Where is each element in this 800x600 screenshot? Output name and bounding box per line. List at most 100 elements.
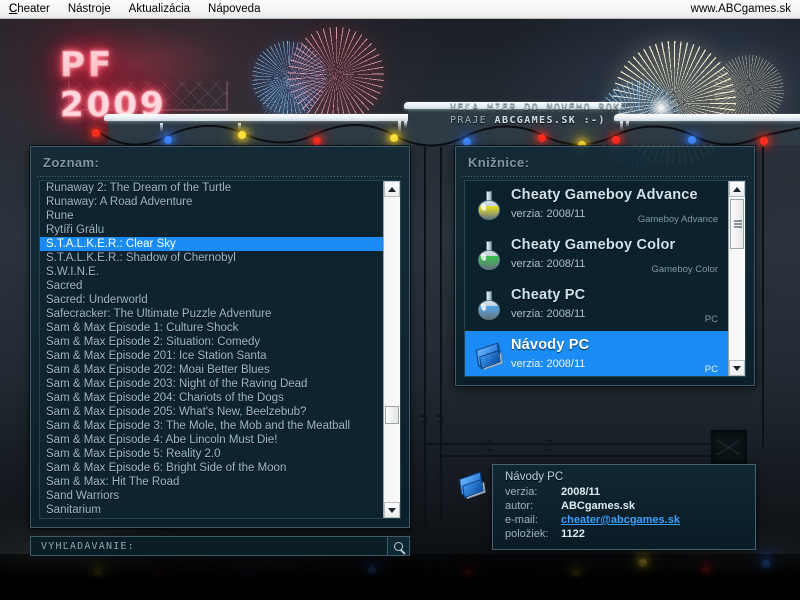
- game-list-item[interactable]: Rune: [40, 209, 383, 223]
- circuit-chip-icon: [710, 429, 748, 465]
- detail-row: položiek: 1122: [493, 527, 755, 541]
- scroll-down-button[interactable]: [729, 360, 745, 376]
- flask-icon: [475, 291, 503, 321]
- game-list-item[interactable]: Rytíři Grálu: [40, 223, 383, 237]
- library-item-platform: PC: [704, 314, 718, 325]
- menu-item-napoveda[interactable]: Nápoveda: [199, 2, 269, 16]
- detail-row: verzia: 2008/11: [493, 485, 755, 499]
- flask-icon: [475, 191, 503, 221]
- game-list-item[interactable]: Sacred: [40, 279, 383, 293]
- chevron-up-icon: [733, 186, 741, 192]
- light-bulb: [688, 136, 696, 144]
- game-list-item[interactable]: S.W.I.N.E.: [40, 265, 383, 279]
- light-bulb: [92, 129, 100, 137]
- scrollbar-grip-icon: [734, 219, 742, 230]
- library-item-platform: Gameboy Color: [651, 264, 718, 275]
- detail-value: ABCgames.sk: [561, 500, 635, 512]
- detail-key: e-mail:: [505, 514, 539, 526]
- library-rows[interactable]: Cheaty Gameboy Advance verzia: 2008/11 Gam…: [465, 181, 728, 376]
- library-item-version: verzia: 2008/11: [511, 308, 586, 320]
- library-panel: Knižnice: Cheaty Gameboy Advance verzia: …: [455, 146, 755, 386]
- library-scrollbar[interactable]: [728, 181, 745, 376]
- detail-value: 1122: [561, 528, 585, 540]
- circuit-trace: [440, 455, 726, 457]
- game-list-item[interactable]: Sam & Max Episode 5: Reality 2.0: [40, 447, 383, 461]
- roof-ledge-left: [104, 114, 412, 145]
- circuit-trace: [762, 147, 764, 447]
- library-item[interactable]: Cheaty Gameboy Advance verzia: 2008/11 Gam…: [465, 181, 728, 231]
- scroll-down-button[interactable]: [384, 502, 400, 518]
- game-list-item[interactable]: Sam & Max Episode 205: What's New, Beelz…: [40, 405, 383, 419]
- circuit-trace: [440, 147, 442, 587]
- detail-email-link[interactable]: cheater@abcgames.sk: [561, 513, 680, 527]
- light-bulb: [612, 136, 620, 144]
- game-list-rows[interactable]: Runaway 2: The Dream of the Turtle Runawa…: [40, 181, 383, 518]
- game-list-item[interactable]: Sam & Max Episode 203: Night of the Ravi…: [40, 377, 383, 391]
- library-item-name: Cheaty Gameboy Advance: [511, 187, 698, 203]
- game-list-item[interactable]: Sam & Max Episode 1: Culture Shock: [40, 321, 383, 335]
- library-item-platform: PC: [704, 364, 718, 375]
- game-list-item[interactable]: Sam & Max Episode 202: Moai Better Blues: [40, 363, 383, 377]
- game-list-item[interactable]: Sam & Max Episode 3: The Mole, the Mob a…: [40, 419, 383, 433]
- game-list-item[interactable]: Safecracker: The Ultimate Puzzle Adventu…: [40, 307, 383, 321]
- library-item[interactable]: Cheaty PC verzia: 2008/11 PC: [465, 281, 728, 331]
- light-bulb: [238, 131, 246, 139]
- scroll-up-button[interactable]: [384, 181, 400, 197]
- detail-row: autor: ABCgames.sk: [493, 499, 755, 513]
- firework-red: [288, 27, 384, 123]
- game-list-item[interactable]: Sam & Max: Hit The Road: [40, 475, 383, 489]
- game-list-scrollbar[interactable]: [383, 181, 400, 518]
- menu-item-nastroje-label: Nástroje: [67, 3, 111, 15]
- game-list-item[interactable]: S.T.A.L.K.E.R.: Clear Sky: [40, 237, 383, 251]
- light-bulb: [538, 134, 546, 142]
- game-list-item[interactable]: Sam & Max Episode 4: Abe Lincoln Must Di…: [40, 433, 383, 447]
- menu-item-cheater-label: Cheater: [8, 3, 50, 15]
- library-item-platform: Gameboy Advance: [637, 214, 718, 225]
- scrollbar-thumb[interactable]: [730, 199, 744, 249]
- roof-ledge-right: [614, 114, 800, 145]
- menu-item-napoveda-label: Nápoveda: [208, 3, 261, 15]
- menu-bar: CCheater Nástroje Aktualizácia Nápoveda …: [0, 0, 800, 19]
- game-list-item[interactable]: Sanitarium: [40, 503, 383, 517]
- light-bulb: [463, 138, 471, 146]
- greeting-line-1: VEĽA HIER DO NOVÉHO ROKU,: [450, 102, 636, 113]
- search-input[interactable]: [31, 537, 387, 555]
- game-list-item[interactable]: Sam & Max Episode 201: Ice Station Santa: [40, 349, 383, 363]
- book-icon: [475, 341, 503, 371]
- detail-key: verzia:: [505, 486, 538, 498]
- circuit-trace: [424, 147, 426, 587]
- game-list-item[interactable]: Sand Warriors: [40, 489, 383, 503]
- circuit-trace: [424, 443, 724, 445]
- bottom-shadow-band: [0, 554, 800, 600]
- game-list-item[interactable]: Sam & Max Episode 2: Situation: Comedy: [40, 335, 383, 349]
- scroll-up-button[interactable]: [729, 181, 745, 197]
- game-listbox[interactable]: Runaway 2: The Dream of the Turtle Runawa…: [39, 180, 401, 519]
- detail-rows: verzia: 2008/11 autor: ABCgames.sk e-mail: ch…: [493, 485, 755, 541]
- divider: [37, 176, 403, 177]
- library-item[interactable]: Návody PC verzia: 2008/11 PC: [465, 331, 728, 376]
- menu-item-aktualizacia[interactable]: Aktualizácia: [120, 2, 199, 16]
- chevron-down-icon: [388, 507, 396, 513]
- game-list-item[interactable]: Runaway: A Road Adventure: [40, 195, 383, 209]
- library-item[interactable]: Cheaty Gameboy Color verzia: 2008/11 Gameb…: [465, 231, 728, 281]
- scrollbar-thumb[interactable]: [385, 406, 399, 424]
- light-bulb: [313, 137, 321, 145]
- detail-title: Návody PC: [505, 471, 564, 483]
- neon-text: PF 2009: [60, 45, 167, 126]
- search-icon: [394, 541, 403, 551]
- game-list-item[interactable]: Sacred: Underworld: [40, 293, 383, 307]
- library-listbox[interactable]: Cheaty Gameboy Advance verzia: 2008/11 Gam…: [464, 180, 746, 377]
- game-list-item[interactable]: Sam & Max Episode 204: Chariots of the D…: [40, 391, 383, 405]
- library-item-name: Cheaty Gameboy Color: [511, 237, 676, 253]
- menu-item-cheater[interactable]: CCheater: [0, 2, 59, 16]
- menu-item-nastroje[interactable]: Nástroje: [59, 2, 120, 16]
- game-list-item[interactable]: Runaway 2: The Dream of the Turtle: [40, 181, 383, 195]
- light-bulb: [164, 136, 172, 144]
- game-list-panel: Zoznam: Runaway 2: The Dream of the Turt…: [30, 146, 410, 528]
- website-link[interactable]: www.ABCgames.sk: [691, 3, 800, 15]
- game-list-item[interactable]: Sam & Max Episode 6: Bright Side of the …: [40, 461, 383, 475]
- flask-icon: [475, 241, 503, 271]
- detail-row: e-mail: cheater@abcgames.sk: [493, 513, 755, 527]
- search-button[interactable]: [387, 537, 409, 555]
- game-list-item[interactable]: S.T.A.L.K.E.R.: Shadow of Chernobyl: [40, 251, 383, 265]
